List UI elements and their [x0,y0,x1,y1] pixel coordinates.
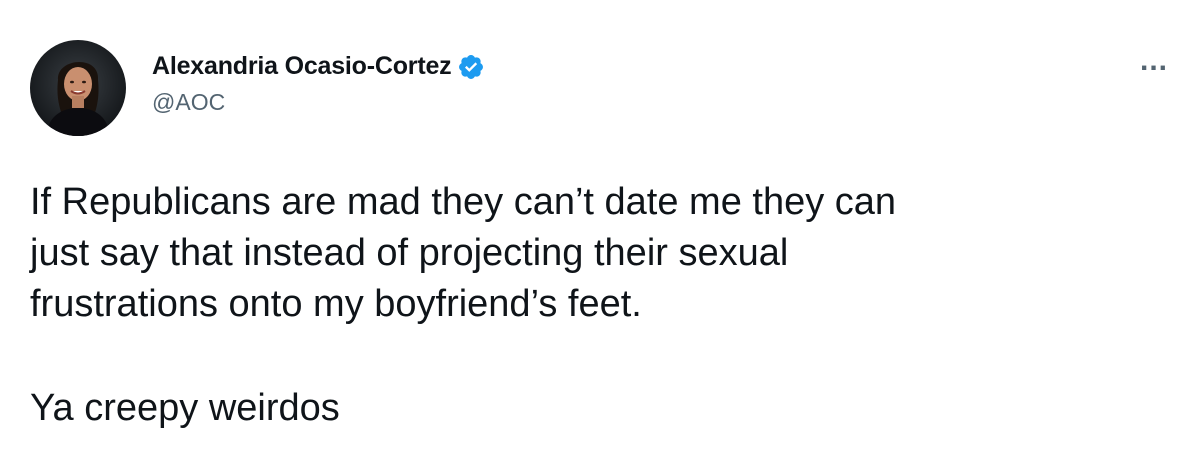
author-handle[interactable]: @AOC [152,89,485,116]
tweet-closing-line: Ya creepy weirdos [30,387,340,429]
tweet-card: Alexandria Ocasio-Cortez @AOC ... If Rep… [0,0,1196,468]
name-row: Alexandria Ocasio-Cortez [152,52,485,81]
tweet-header: Alexandria Ocasio-Cortez @AOC [30,40,485,136]
tweet-line: If Republicans are mad they can’t date m… [30,181,897,223]
verified-badge-icon [457,53,485,81]
tweet-line: just say that instead of projecting thei… [30,232,789,274]
tweet-line: frustrations onto my boyfriend’s feet. [30,283,642,325]
author-display-name[interactable]: Alexandria Ocasio-Cortez [152,52,452,81]
author-names: Alexandria Ocasio-Cortez @AOC [152,52,485,116]
tweet-text: If Republicans are mad they can’t date m… [30,177,1170,434]
avatar-image [30,40,126,136]
avatar[interactable] [30,40,126,136]
more-options-icon: ... [1139,44,1168,77]
more-options-button[interactable]: ... [1134,44,1174,82]
